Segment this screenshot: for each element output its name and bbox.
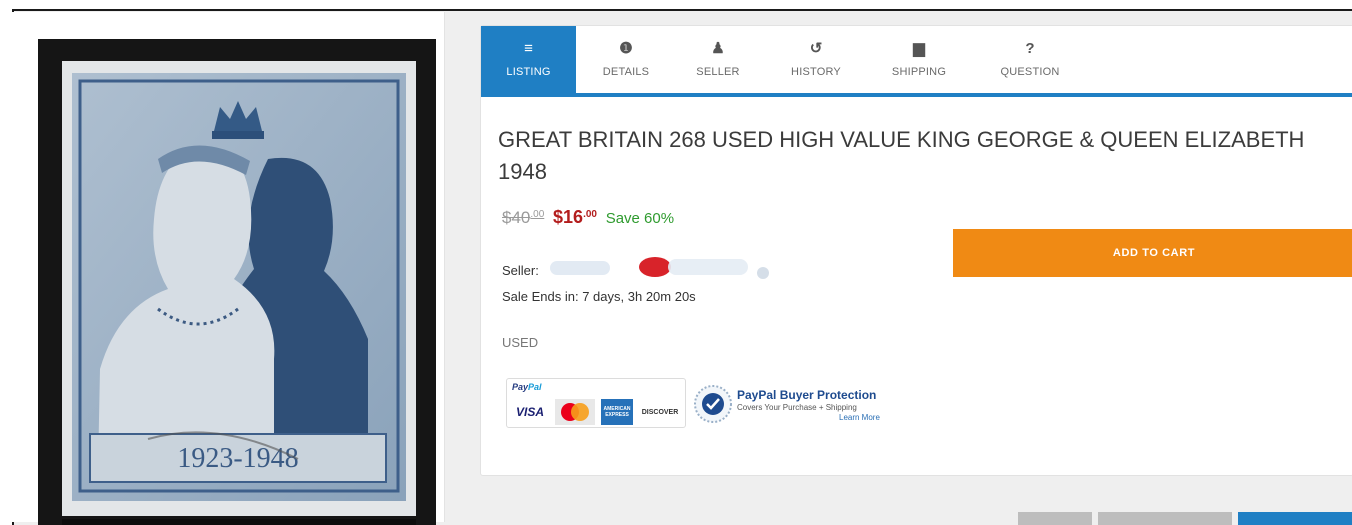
visa-icon: VISA: [515, 405, 544, 419]
savings-text: Save 60%: [605, 210, 675, 227]
tab-shipping[interactable]: ▆ SHIPPING: [872, 26, 966, 93]
listing-card: ≡ LISTING ❶ DETAILS ♟ SELLER ↺ HISTORY ▆…: [480, 25, 1352, 476]
add-to-cart-button[interactable]: ADD TO CART: [953, 229, 1352, 277]
truck-icon: ▆: [913, 40, 925, 57]
redacted-seller-name: [550, 257, 769, 279]
paypal-small-logo: PayPal: [512, 382, 542, 392]
tab-question[interactable]: ? QUESTION: [984, 26, 1076, 93]
listing-title: GREAT BRITAIN 268 USED HIGH VALUE KING G…: [498, 127, 1305, 184]
tab-history[interactable]: ↺ HISTORY: [760, 26, 872, 93]
tab-label: LISTING: [506, 66, 551, 78]
info-icon: ❶: [619, 40, 633, 57]
tab-label: SHIPPING: [891, 66, 947, 78]
tab-label: HISTORY: [791, 66, 841, 78]
sale-price: $16.00: [553, 207, 597, 227]
condition-label: USED: [502, 335, 539, 350]
mastercard-icon: [555, 399, 595, 425]
tab-label: QUESTION: [1000, 66, 1060, 78]
seller-row: Seller:: [502, 257, 769, 279]
price-row: $40.00 $16.00 Save 60%: [502, 207, 674, 228]
seller-label: Seller:: [502, 263, 539, 278]
stamp-years: 1923-1948: [177, 443, 298, 474]
tab-label: DETAILS: [602, 66, 650, 78]
protection-seal-icon: [694, 385, 732, 423]
bottom-button-2[interactable]: [1098, 512, 1232, 525]
payment-methods-badge: PayPal VISA AMERICAN EXPRESS DISCOVER: [506, 378, 686, 428]
sale-ends: Sale Ends in: 7 days, 3h 20m 20s: [502, 289, 696, 304]
tab-label: SELLER: [696, 66, 740, 78]
bottom-button-3[interactable]: [1238, 512, 1352, 525]
buyer-protection: PayPal Buyer Protection Covers Your Purc…: [693, 380, 913, 428]
tab-listing[interactable]: ≡ LISTING: [481, 26, 576, 93]
learn-more-link[interactable]: Learn More: [839, 413, 880, 422]
original-price: $40.00: [502, 208, 545, 227]
product-photo[interactable]: 1923-1948: [38, 39, 436, 525]
person-icon: ♟: [711, 40, 725, 57]
protection-subtitle: Covers Your Purchase + Shipping: [737, 403, 857, 412]
product-image-panel: 1923-1948: [12, 12, 445, 525]
tab-details[interactable]: ❶ DETAILS: [576, 26, 676, 93]
question-icon: ?: [1025, 40, 1035, 57]
amex-icon: AMERICAN EXPRESS: [601, 399, 633, 425]
protection-title: PayPal Buyer Protection: [737, 388, 877, 402]
listing-tabs: ≡ LISTING ❶ DETAILS ♟ SELLER ↺ HISTORY ▆…: [481, 26, 1352, 97]
history-icon: ↺: [809, 40, 823, 57]
discover-icon: DISCOVER: [641, 408, 679, 416]
stamp-image: 1923-1948: [38, 39, 436, 525]
tab-seller[interactable]: ♟ SELLER: [676, 26, 760, 93]
bottom-button-1[interactable]: [1018, 512, 1092, 525]
list-icon: ≡: [524, 40, 533, 57]
